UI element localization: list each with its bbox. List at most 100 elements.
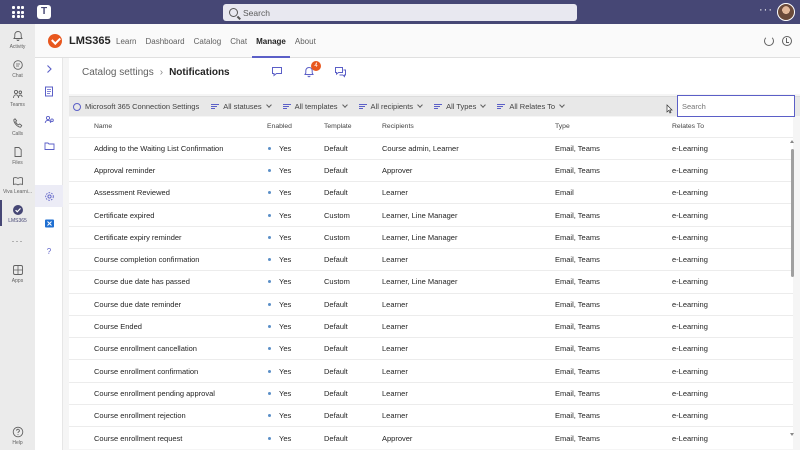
recipients-filter[interactable]: All recipients — [358, 102, 423, 111]
recipients-filter-label: All recipients — [370, 102, 414, 111]
nav-help-icon[interactable]: ? — [35, 240, 63, 262]
table-row[interactable]: Course enrollment rejection Yes Default Lea… — [69, 404, 793, 427]
nav-settings[interactable] — [35, 185, 63, 207]
book-icon — [12, 177, 23, 186]
column-header-type[interactable]: Type — [555, 117, 672, 137]
tab-catalog[interactable]: Catalog — [190, 24, 226, 58]
table-cell: Yes — [267, 359, 324, 383]
table-row[interactable]: Course enrollment cancellation Yes Default… — [69, 337, 793, 360]
table-row[interactable]: Certificate expiry reminder Yes Custom Lear… — [69, 225, 793, 249]
nav-users[interactable] — [35, 108, 63, 130]
table-cell: Learner — [382, 337, 555, 360]
table-row[interactable]: Course due date reminder Yes Default Learne… — [69, 292, 793, 316]
table-row[interactable]: Assessment Reviewed Yes Default Learner Emai… — [69, 181, 793, 204]
tab-dashboard[interactable]: Dashboard — [141, 24, 188, 58]
tab-manage[interactable]: Manage — [252, 24, 290, 58]
table-row[interactable]: Adding to the Waiting List Confirmation Y… — [69, 136, 793, 160]
bell-icon — [12, 31, 23, 41]
rail-item-activity[interactable]: Activity — [0, 30, 35, 50]
status-dot-icon — [268, 168, 271, 172]
column-header-recipients[interactable]: Recipients — [382, 117, 555, 137]
rail-item-chat[interactable]: Chat — [0, 59, 35, 79]
more-options-icon[interactable]: ··· — [759, 4, 773, 16]
expand-nav-button[interactable] — [35, 58, 63, 80]
table-cell: Course enrollment confirmation — [69, 359, 267, 383]
enabled-value: Yes — [279, 232, 292, 242]
nav-folders[interactable] — [35, 135, 63, 157]
rail-item-apps[interactable]: Apps — [0, 264, 35, 284]
column-header-name[interactable]: Name — [69, 117, 267, 137]
conversation-icon[interactable] — [334, 66, 347, 78]
table-cell: Course enrollment pending approval — [69, 381, 267, 405]
filter-icon — [358, 103, 367, 111]
table-row[interactable]: Certificate expired Yes Custom Learner, Lin… — [69, 203, 793, 227]
enabled-value: Yes — [279, 255, 292, 265]
phone-icon — [12, 118, 22, 128]
nav-excel[interactable] — [35, 212, 63, 234]
app-name: LMS365 — [69, 35, 111, 47]
global-search-placeholder: Search — [243, 7, 270, 18]
table-cell: Course completion confirmation — [69, 247, 267, 271]
table-row[interactable]: Course completion confirmation Yes Default… — [69, 247, 793, 271]
lms365-icon — [12, 205, 23, 215]
table-cell: Yes — [267, 381, 324, 405]
table-cell: Yes — [267, 270, 324, 294]
status-dot-icon — [268, 280, 271, 284]
global-search-input[interactable]: Search — [223, 4, 577, 21]
table-cell: Email, Teams — [555, 203, 672, 227]
rail-item-files[interactable]: Files — [0, 146, 35, 166]
rail-item-calls[interactable]: Calls — [0, 117, 35, 137]
status-dot-icon — [268, 191, 271, 195]
type-filter[interactable]: All Types — [434, 102, 487, 111]
rail-more-icon[interactable]: ··· — [0, 236, 35, 246]
comment-icon[interactable] — [271, 66, 283, 77]
teams-app-rail: Activity Chat Teams Calls Files Viva Lea… — [0, 24, 35, 450]
enabled-value: Yes — [279, 344, 292, 354]
status-filter[interactable]: All statuses — [211, 102, 272, 111]
table-cell: Yes — [267, 292, 324, 316]
status-dot-icon — [268, 213, 271, 217]
type-filter-label: All Types — [446, 102, 477, 111]
template-filter[interactable]: All templates — [282, 102, 348, 111]
rail-item-help[interactable]: Help — [0, 426, 35, 446]
breadcrumb-parent[interactable]: Catalog settings — [82, 67, 154, 78]
tab-chat[interactable]: Chat — [226, 24, 251, 58]
tab-learn[interactable]: Learn — [112, 24, 140, 58]
rail-item-teams[interactable]: Teams — [0, 88, 35, 108]
table-row[interactable]: Course enrollment request Yes Default Appro… — [69, 426, 793, 450]
table-cell: Custom — [324, 225, 382, 249]
table-cell: Default — [324, 359, 382, 383]
teams-logo-icon: T — [37, 5, 51, 19]
rail-item-lms365[interactable]: LMS365 — [0, 204, 35, 224]
app-launcher-icon[interactable] — [12, 6, 24, 18]
table-row[interactable]: Course enrollment confirmation Yes Default… — [69, 359, 793, 383]
nav-catalog[interactable] — [35, 80, 63, 102]
connection-settings-button[interactable]: Microsoft 365 Connection Settings — [73, 102, 199, 111]
column-header-enabled[interactable]: Enabled — [267, 117, 324, 137]
table-row[interactable]: Course Ended Yes Default Learner Email, Team… — [69, 314, 793, 338]
rail-item-label: Calls — [11, 131, 24, 137]
scroll-down-icon[interactable] — [790, 433, 794, 436]
table-row[interactable]: Approval reminder Yes Default Approver Email… — [69, 158, 793, 182]
table-scrollbar[interactable] — [789, 138, 795, 438]
table-cell: Default — [324, 247, 382, 271]
avatar[interactable] — [777, 3, 795, 21]
notifications-search-input[interactable] — [677, 95, 795, 117]
reload-icon[interactable] — [764, 36, 774, 46]
popout-icon[interactable] — [782, 36, 792, 46]
table-cell: Learner — [382, 314, 555, 338]
column-header-relates-to[interactable]: Relates To — [672, 117, 793, 137]
scrollbar-thumb[interactable] — [791, 149, 794, 277]
rail-item-viva-learning[interactable]: Viva Learni... — [0, 175, 35, 195]
relates-to-filter[interactable]: All Relates To — [497, 102, 565, 111]
enabled-value: Yes — [279, 299, 292, 309]
table-cell: Learner — [382, 247, 555, 271]
table-cell: Email, Teams — [555, 136, 672, 160]
tab-about[interactable]: About — [291, 24, 320, 58]
table-row[interactable]: Course enrollment pending approval Yes Def… — [69, 381, 793, 405]
status-dot-icon — [268, 414, 271, 418]
table-cell: Course admin, Learner — [382, 136, 555, 160]
table-row[interactable]: Course due date has passed Yes Custom Learn… — [69, 270, 793, 294]
column-header-template[interactable]: Template — [324, 117, 382, 137]
scroll-up-icon[interactable] — [790, 140, 794, 143]
